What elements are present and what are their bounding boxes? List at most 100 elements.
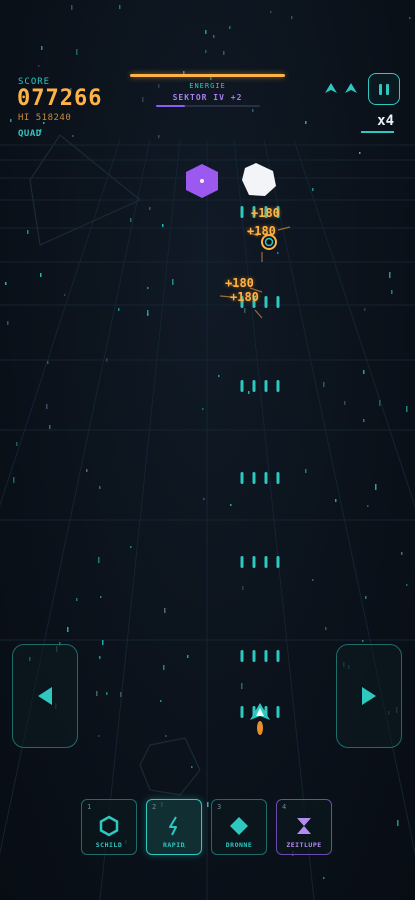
diamond-icon (228, 815, 250, 837)
star (205, 30, 207, 34)
bullet (276, 380, 280, 392)
powerup-slowmo[interactable]: 4 ZEITLUPE (276, 799, 332, 855)
star (106, 692, 108, 695)
arrow-right-icon (362, 687, 376, 705)
star (147, 310, 149, 316)
star (312, 188, 314, 191)
star (397, 820, 399, 826)
star (64, 294, 66, 296)
bullet (264, 296, 268, 308)
star (130, 218, 132, 222)
move-left-button[interactable] (12, 644, 78, 748)
powerup-drone[interactable]: 3 DRONNE (211, 799, 267, 855)
star (270, 11, 272, 13)
bullet (240, 206, 244, 218)
star (305, 121, 307, 124)
star (229, 26, 231, 29)
star (118, 308, 120, 311)
star (106, 358, 108, 362)
star (323, 877, 325, 879)
star (99, 656, 101, 659)
bullet (252, 472, 256, 484)
star (147, 287, 149, 289)
energy-label: ENERGIE (189, 82, 226, 90)
star (191, 766, 193, 768)
star (41, 46, 43, 50)
star (365, 596, 367, 599)
sector-label: SEKTOR IV +2 (172, 93, 243, 102)
star (47, 361, 49, 364)
star (291, 16, 293, 19)
hexagon-icon (98, 815, 120, 837)
star (389, 272, 391, 278)
move-right-button[interactable] (336, 644, 402, 748)
star (409, 17, 411, 19)
star (149, 207, 151, 210)
star (99, 486, 101, 489)
star (27, 230, 29, 234)
star (363, 370, 365, 374)
powerup-label: RAPID (162, 841, 186, 849)
star (323, 382, 325, 387)
star (375, 484, 377, 490)
star (363, 419, 365, 422)
lightning-icon (163, 815, 185, 837)
pause-icon (379, 83, 382, 95)
star (230, 504, 232, 506)
powerup-key: 3 (217, 803, 222, 811)
star (203, 498, 205, 500)
life-ship-icon (325, 83, 337, 93)
star (223, 51, 225, 55)
star (164, 608, 166, 613)
bullet (252, 556, 256, 568)
star (158, 135, 160, 138)
sector-progress-fill (156, 105, 186, 107)
powerup-label: SCHILD (95, 841, 123, 849)
score-popup: +180 (251, 206, 280, 220)
star (213, 35, 215, 38)
star (187, 655, 189, 658)
star (205, 50, 207, 53)
star (248, 391, 250, 394)
energy-bar (130, 74, 285, 77)
bullet (240, 556, 244, 568)
bullet (276, 472, 280, 484)
star (100, 596, 102, 598)
life-ship-icon (345, 83, 357, 93)
powerup-key: 4 (282, 803, 287, 811)
star (98, 735, 100, 737)
bullet (276, 650, 280, 662)
star (49, 425, 51, 429)
powerup-shield[interactable]: 1 SCHILD (81, 799, 137, 855)
hi-score: HI 518240 (18, 113, 72, 123)
star (406, 584, 408, 586)
star (162, 224, 164, 227)
bullet (276, 706, 280, 718)
star (359, 152, 361, 154)
star (362, 640, 364, 642)
powerup-key: 2 (152, 803, 157, 811)
bullet (252, 650, 256, 662)
bullet (240, 380, 244, 392)
powerup-rapid[interactable]: 2 RAPID (146, 799, 202, 855)
star (86, 469, 88, 472)
bullet (264, 380, 268, 392)
star (67, 627, 69, 632)
powerup-key: 1 (87, 803, 92, 811)
star (40, 273, 42, 277)
star (172, 279, 174, 285)
weapon-mode: QUAD (18, 129, 42, 139)
star (102, 640, 104, 645)
powerup-label: DRONNE (225, 841, 253, 849)
star (202, 408, 204, 410)
pause-button[interactable] (368, 73, 400, 105)
star (163, 665, 165, 670)
sector-progress-bar (156, 105, 260, 107)
bullet (276, 556, 280, 568)
star (406, 406, 408, 412)
star (96, 691, 98, 696)
star (364, 308, 366, 311)
score-popup: +180 (230, 290, 259, 304)
star (16, 442, 18, 446)
star (379, 400, 381, 406)
